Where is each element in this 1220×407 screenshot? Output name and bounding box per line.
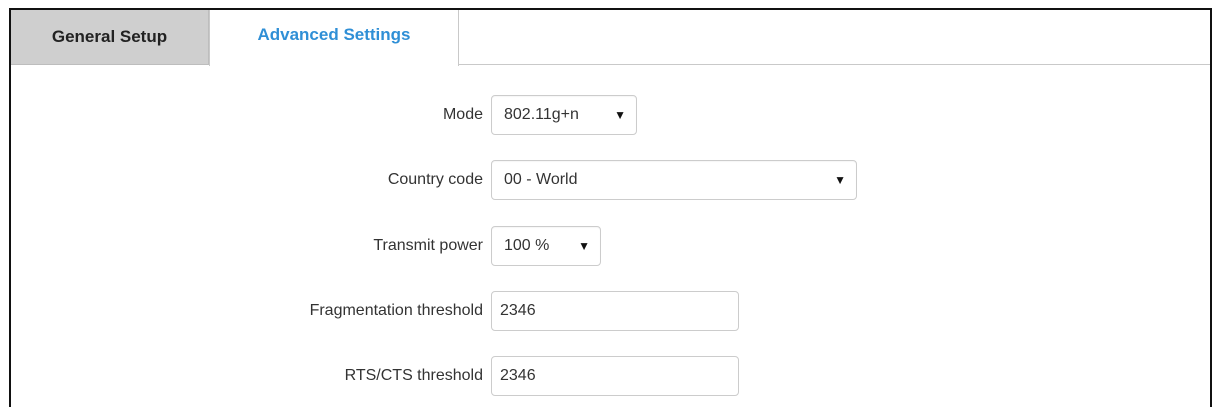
fragmentation-threshold-label: Fragmentation threshold: [309, 302, 483, 319]
transmit-power-value: 100 %: [504, 237, 550, 254]
country-code-label: Country code: [387, 171, 483, 188]
mode-row: Mode 802.11g+n ▼: [11, 95, 1210, 135]
transmit-power-label: Transmit power: [373, 237, 483, 254]
fragmentation-threshold-row: Fragmentation threshold 2346: [11, 291, 1210, 331]
country-code-row: Country code 00 - World ▼: [11, 160, 1210, 200]
tab-general-setup[interactable]: General Setup: [11, 10, 209, 65]
country-code-value: 00 - World: [504, 171, 578, 188]
transmit-power-row: Transmit power 100 % ▼: [11, 226, 1210, 266]
settings-panel: General Setup Advanced Settings Mode 802…: [9, 8, 1212, 407]
mode-select[interactable]: 802.11g+n ▼: [491, 95, 637, 135]
mode-value: 802.11g+n: [504, 106, 579, 123]
rts-cts-threshold-label: RTS/CTS threshold: [344, 367, 483, 384]
dropdown-caret-icon: ▼: [614, 108, 626, 122]
country-code-select[interactable]: 00 - World ▼: [491, 160, 857, 200]
fragmentation-threshold-input[interactable]: 2346: [491, 291, 739, 331]
rts-cts-threshold-input[interactable]: 2346: [491, 356, 739, 396]
transmit-power-select[interactable]: 100 % ▼: [491, 226, 601, 266]
tab-advanced-settings[interactable]: Advanced Settings: [209, 10, 459, 66]
tab-bar: General Setup Advanced Settings: [11, 10, 1210, 66]
rts-cts-threshold-row: RTS/CTS threshold 2346: [11, 356, 1210, 396]
tab-label: Advanced Settings: [257, 25, 411, 44]
dropdown-caret-icon: ▼: [834, 173, 846, 187]
dropdown-caret-icon: ▼: [578, 239, 590, 253]
mode-label: Mode: [442, 106, 483, 123]
tab-label: General Setup: [51, 27, 168, 46]
